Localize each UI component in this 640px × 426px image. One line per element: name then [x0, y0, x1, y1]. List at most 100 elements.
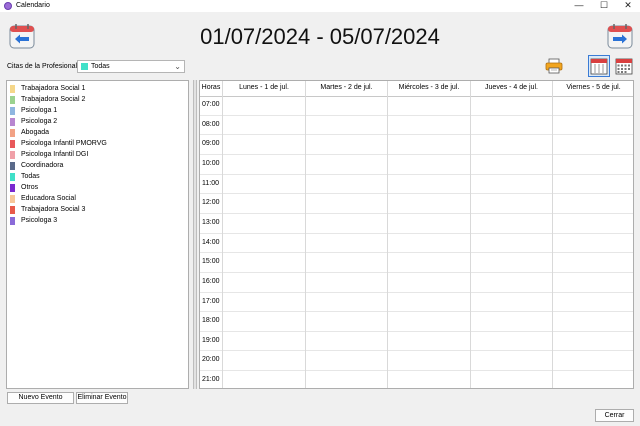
- color-swatch: [10, 206, 15, 214]
- color-swatch: [10, 195, 15, 203]
- list-item[interactable]: Trabajadora Social 1: [9, 83, 185, 94]
- close-window-button[interactable]: ✕: [617, 0, 639, 12]
- hour-label: 13:00: [202, 219, 220, 226]
- list-item[interactable]: Coordinadora: [9, 160, 185, 171]
- day-header: Miércoles - 3 de jul.: [398, 84, 460, 91]
- hour-gridline: [200, 193, 633, 194]
- color-swatch: [10, 129, 15, 137]
- hour-gridline: [200, 370, 633, 371]
- color-swatch: [10, 140, 15, 148]
- printer-icon: [545, 58, 563, 74]
- color-swatch: [10, 217, 15, 225]
- date-range-title: 01/07/2024 - 05/07/2024: [200, 24, 440, 49]
- professional-name: Trabajadora Social 1: [21, 85, 86, 92]
- hour-label: 11:00: [202, 180, 219, 187]
- professional-filter-label: Citas de la Profesional:: [7, 63, 79, 70]
- hour-gridline: [200, 134, 633, 135]
- list-item[interactable]: Psicologa 1: [9, 105, 185, 116]
- professional-name: Psicologa 3: [21, 217, 58, 224]
- list-item[interactable]: Trabajadora Social 2: [9, 94, 185, 105]
- professional-list[interactable]: Trabajadora Social 1 Trabajadora Social …: [6, 80, 189, 389]
- hour-gridline: [200, 213, 633, 214]
- hour-label: 12:00: [202, 199, 220, 206]
- list-item[interactable]: Psicologa 3: [9, 215, 185, 226]
- color-swatch: [10, 118, 15, 126]
- color-swatch: [10, 173, 15, 181]
- next-week-button[interactable]: [606, 22, 634, 50]
- hour-label: 14:00: [202, 239, 220, 246]
- column-divider: [470, 81, 471, 388]
- title-bar: Calendario — ☐ ✕: [0, 0, 640, 12]
- color-swatch: [10, 85, 15, 93]
- list-item[interactable]: Psicologa 2: [9, 116, 185, 127]
- maximize-button[interactable]: ☐: [593, 0, 615, 12]
- hour-gridline: [200, 115, 633, 116]
- delete-event-button[interactable]: Eliminar Evento: [76, 392, 128, 404]
- month-calendar-icon: [615, 58, 633, 75]
- professional-name: Psicologa Infantil DGI: [21, 151, 89, 158]
- hour-label: 15:00: [202, 258, 220, 265]
- hour-label: 16:00: [202, 278, 220, 285]
- new-event-button[interactable]: Nuevo Evento: [7, 392, 74, 404]
- print-button[interactable]: [545, 58, 563, 74]
- day-header: Jueves - 4 de jul.: [485, 84, 538, 91]
- professional-filter-select[interactable]: Todas ⌄: [77, 60, 185, 73]
- list-item[interactable]: Psicologa Infantil DGI: [9, 149, 185, 160]
- day-header: Viernes - 5 de jul.: [566, 84, 621, 91]
- hour-gridline: [200, 174, 633, 175]
- week-calendar-grid[interactable]: Horas Lunes - 1 de jul. Martes - 2 de ju…: [199, 80, 634, 389]
- hour-label: 21:00: [202, 376, 220, 383]
- chevron-down-icon: ⌄: [174, 62, 181, 71]
- hour-gridline: [200, 331, 633, 332]
- close-button[interactable]: Cerrar: [595, 409, 634, 422]
- hour-label: 19:00: [202, 337, 220, 344]
- week-calendar-icon: [588, 55, 610, 77]
- hour-label: 17:00: [202, 298, 220, 305]
- column-divider: [305, 81, 306, 388]
- hour-gridline: [200, 272, 633, 273]
- list-item[interactable]: Psicologa Infantil PMORVG: [9, 138, 185, 149]
- hour-label: 18:00: [202, 317, 220, 324]
- day-header: Martes - 2 de jul.: [320, 84, 373, 91]
- arrow-right-calendar-icon: [607, 24, 633, 49]
- hour-gridline: [200, 292, 633, 293]
- hour-gridline: [200, 311, 633, 312]
- hour-label: 10:00: [202, 160, 220, 167]
- color-swatch: [10, 96, 15, 104]
- list-item[interactable]: Abogada: [9, 127, 185, 138]
- column-divider: [222, 81, 223, 388]
- window-title: Calendario: [16, 2, 50, 9]
- hour-label: 07:00: [202, 101, 220, 108]
- color-swatch: [10, 184, 15, 192]
- app-icon: [4, 2, 12, 10]
- professional-name: Educadora Social: [21, 195, 76, 202]
- day-header: Lunes - 1 de jul.: [239, 84, 289, 91]
- month-view-button[interactable]: [613, 55, 635, 77]
- professional-name: Coordinadora: [21, 162, 64, 169]
- hour-label: 09:00: [202, 140, 220, 147]
- professional-name: Trabajadora Social 2: [21, 96, 86, 103]
- list-item[interactable]: Otros: [9, 182, 185, 193]
- list-item[interactable]: Educadora Social: [9, 193, 185, 204]
- arrow-left-calendar-icon: [9, 24, 35, 49]
- list-item[interactable]: Todas: [9, 171, 185, 182]
- professional-name: Otros: [21, 184, 39, 191]
- hour-gridline: [200, 154, 633, 155]
- header-divider: [200, 96, 633, 97]
- previous-week-button[interactable]: [8, 22, 36, 50]
- panel-splitter[interactable]: [193, 80, 197, 389]
- professional-name: Trabajadora Social 3: [21, 206, 86, 213]
- minimize-button[interactable]: —: [568, 0, 590, 12]
- color-swatch: [10, 162, 15, 170]
- hour-label: 20:00: [202, 356, 220, 363]
- column-divider: [552, 81, 553, 388]
- list-item[interactable]: Trabajadora Social 3: [9, 204, 185, 215]
- hour-gridline: [200, 252, 633, 253]
- week-view-button[interactable]: [588, 55, 610, 77]
- professional-name: Psicologa Infantil PMORVG: [21, 140, 107, 147]
- professional-name: Psicologa 2: [21, 118, 58, 125]
- professional-name: Todas: [21, 173, 40, 180]
- hour-gridline: [200, 350, 633, 351]
- selected-color-swatch: [81, 63, 88, 70]
- column-divider: [387, 81, 388, 388]
